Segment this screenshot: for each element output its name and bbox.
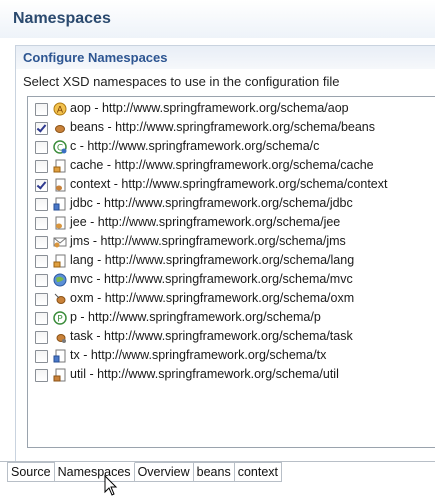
mouse-cursor-icon: [104, 475, 118, 496]
namespace-checkbox[interactable]: [35, 350, 48, 363]
tab-context[interactable]: context: [234, 462, 283, 482]
p-icon: P: [53, 311, 67, 325]
namespace-label: tx - http://www.springframework.org/sche…: [70, 348, 327, 362]
page-title: Namespaces: [13, 10, 111, 27]
namespace-checkbox[interactable]: [35, 255, 48, 268]
namespace-label: cache - http://www.springframework.org/s…: [70, 158, 374, 172]
namespace-checkbox[interactable]: [35, 179, 48, 192]
c-icon: C: [53, 140, 67, 154]
namespace-label: oxm - http://www.springframework.org/sch…: [70, 291, 355, 305]
svg-text:A: A: [57, 106, 64, 116]
namespace-row[interactable]: beans - http://www.springframework.org/s…: [28, 119, 435, 138]
aop-icon: A: [53, 102, 67, 116]
namespace-label: context - http://www.springframework.org…: [70, 177, 388, 191]
section-title: Configure Namespaces: [23, 50, 168, 65]
context-icon: [55, 178, 66, 192]
namespace-row[interactable]: cache - http://www.springframework.org/s…: [28, 157, 435, 176]
namespace-list[interactable]: Aaop - http://www.springframework.org/sc…: [27, 96, 435, 448]
bean-icon: [55, 125, 65, 133]
lang-icon: [53, 254, 66, 268]
namespace-row[interactable]: jms - http://www.springframework.org/sch…: [28, 233, 435, 252]
svg-text:P: P: [57, 315, 63, 325]
cache-icon: [53, 159, 66, 173]
namespace-label: beans - http://www.springframework.org/s…: [70, 120, 375, 134]
namespace-checkbox[interactable]: [35, 217, 48, 230]
namespace-row[interactable]: tx - http://www.springframework.org/sche…: [28, 347, 435, 366]
namespace-label: jms - http://www.springframework.org/sch…: [70, 234, 346, 248]
tab-namespaces[interactable]: Namespaces: [54, 462, 135, 482]
namespace-label: task - http://www.springframework.org/sc…: [70, 329, 353, 343]
namespace-row[interactable]: Aaop - http://www.springframework.org/sc…: [28, 100, 435, 119]
tab-beans[interactable]: beans: [193, 462, 235, 482]
editor-tabs: Source Namespaces Overview beans context: [7, 462, 283, 482]
task-icon: [56, 334, 66, 343]
namespace-row[interactable]: mvc - http://www.springframework.org/sch…: [28, 271, 435, 290]
namespace-row[interactable]: Cc - http://www.springframework.org/sche…: [28, 138, 435, 157]
tab-source[interactable]: Source: [7, 462, 55, 482]
namespace-checkbox[interactable]: [35, 331, 48, 344]
editor-header: Namespaces: [0, 0, 435, 38]
tx-icon: [53, 349, 66, 363]
section-header[interactable]: Configure Namespaces: [16, 46, 435, 69]
namespace-row[interactable]: jdbc - http://www.springframework.org/sc…: [28, 195, 435, 214]
util-icon: [53, 368, 66, 382]
namespace-label: c - http://www.springframework.org/schem…: [70, 139, 320, 153]
namespace-row[interactable]: util - http://www.springframework.org/sc…: [28, 366, 435, 385]
namespace-row[interactable]: lang - http://www.springframework.org/sc…: [28, 252, 435, 271]
mvc-icon: [53, 273, 67, 287]
oxm-icon: [54, 293, 66, 304]
namespace-row[interactable]: task - http://www.springframework.org/sc…: [28, 328, 435, 347]
namespace-label: jdbc - http://www.springframework.org/sc…: [70, 196, 353, 210]
namespace-label: util - http://www.springframework.org/sc…: [70, 367, 339, 381]
namespace-row[interactable]: context - http://www.springframework.org…: [28, 176, 435, 195]
namespace-checkbox[interactable]: [35, 198, 48, 211]
namespace-label: lang - http://www.springframework.org/sc…: [70, 253, 355, 267]
namespace-label: aop - http://www.springframework.org/sch…: [70, 101, 349, 115]
section-description: Select XSD namespaces to use in the conf…: [23, 74, 340, 89]
namespace-checkbox[interactable]: [35, 293, 48, 306]
namespace-checkbox[interactable]: [35, 312, 48, 325]
namespace-label: mvc - http://www.springframework.org/sch…: [70, 272, 353, 286]
jdbc-icon: [53, 197, 66, 211]
namespace-checkbox[interactable]: [35, 141, 48, 154]
namespace-checkbox[interactable]: [35, 274, 48, 287]
jms-icon: [53, 237, 67, 248]
namespace-row[interactable]: Pp - http://www.springframework.org/sche…: [28, 309, 435, 328]
namespace-checkbox[interactable]: [35, 369, 48, 382]
tab-overview[interactable]: Overview: [134, 462, 194, 482]
namespace-row[interactable]: jee - http://www.springframework.org/sch…: [28, 214, 435, 233]
namespace-checkbox[interactable]: [35, 122, 48, 135]
namespace-row[interactable]: oxm - http://www.springframework.org/sch…: [28, 290, 435, 309]
namespace-checkbox[interactable]: [35, 236, 48, 249]
namespace-checkbox[interactable]: [35, 160, 48, 173]
jee-icon: [55, 216, 66, 230]
namespace-label: jee - http://www.springframework.org/sch…: [70, 215, 341, 229]
namespace-checkbox[interactable]: [35, 103, 48, 116]
namespace-label: p - http://www.springframework.org/schem…: [70, 310, 321, 324]
